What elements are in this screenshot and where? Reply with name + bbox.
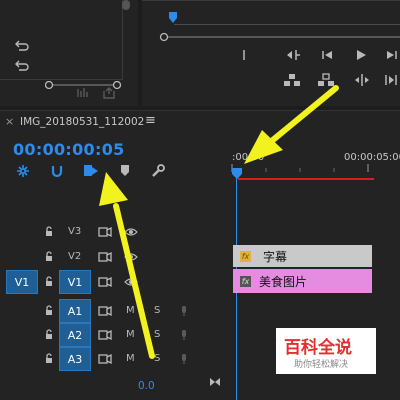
annotation-arrow-icon	[99, 85, 339, 359]
